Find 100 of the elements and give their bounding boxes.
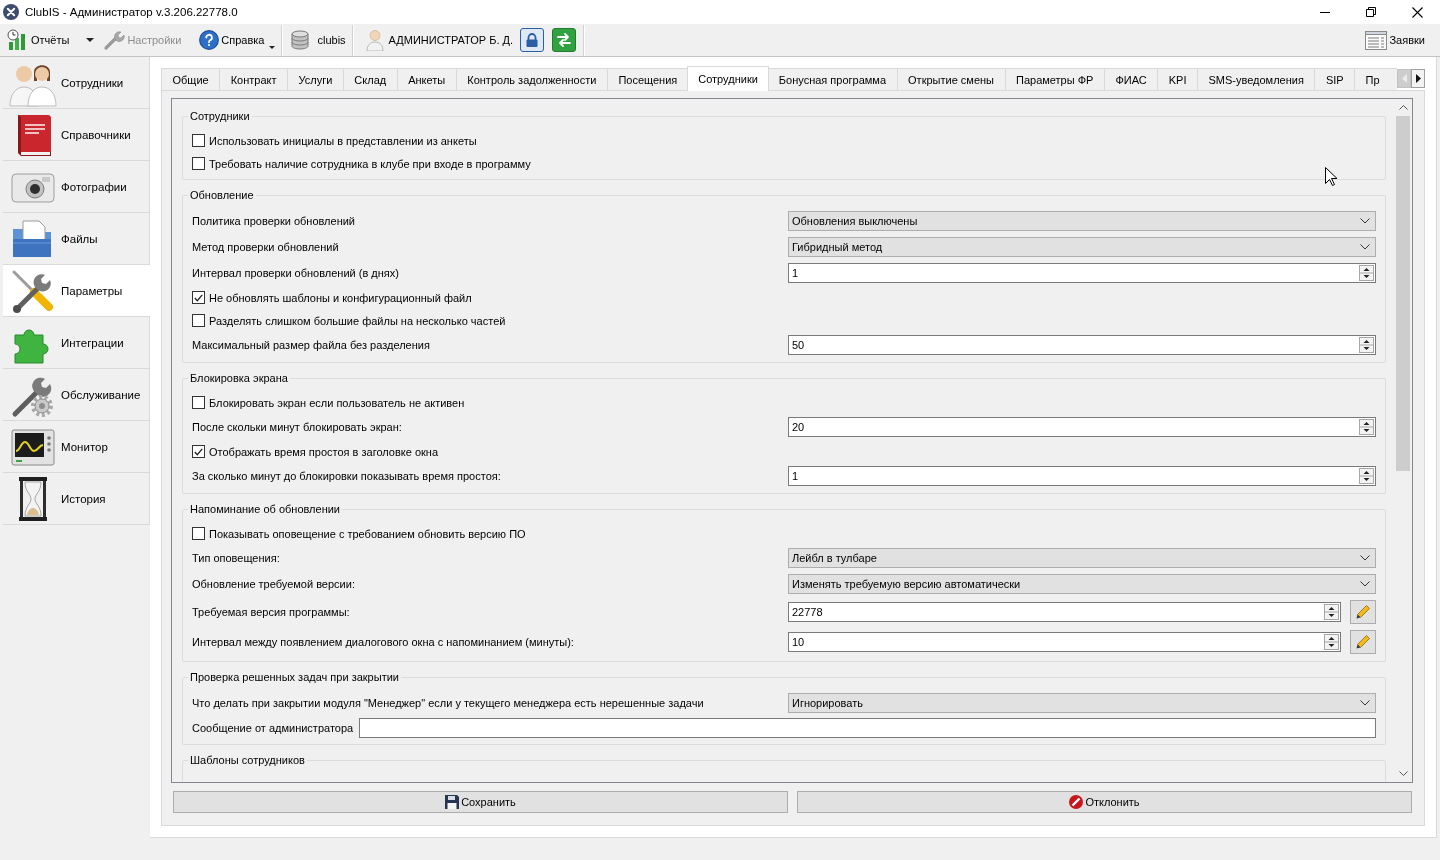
database-button[interactable]: clubis [286,26,349,54]
number-field[interactable]: 10 [788,632,1341,652]
dropdown[interactable]: Изменять требуемую версию автоматически [788,574,1376,594]
group-title: Сотрудники [189,110,251,123]
reports-button[interactable]: Отчёты [4,26,73,54]
tab[interactable]: KPI [1157,68,1198,91]
no-entry-icon [1069,795,1084,809]
checkmark-icon [194,293,203,302]
tab[interactable]: Услуги [287,68,344,91]
field-label: Обновление требуемой версии: [192,578,356,590]
dropdown[interactable]: Гибридный метод [788,237,1376,257]
sidebar-item[interactable]: Интеграции [3,317,150,369]
group-title: Блокировка экрана [189,372,289,385]
sidebar-item[interactable]: Монитор [3,421,150,473]
tab[interactable]: Склад [342,68,398,91]
checkbox[interactable] [192,314,205,327]
save-button[interactable]: Сохранить [173,791,788,813]
spin-arrows-icon[interactable] [1359,419,1374,435]
checkbox[interactable] [192,157,205,170]
chevron-up-icon [1399,105,1408,110]
chevron-down-icon [1399,771,1408,776]
checkbox-label: Показывать оповещение с требованием обновить версию ПО [209,527,526,540]
chevron-down-icon [1360,700,1370,706]
spin-arrows-icon[interactable] [1359,265,1374,281]
checkbox[interactable] [192,291,205,304]
scrollbar-thumb[interactable] [1396,116,1410,471]
padlock-icon [524,32,541,48]
field-label: После скольки минут блокировать экран: [192,421,403,433]
chevron-down-icon [1360,244,1370,250]
sidebar-item[interactable]: Справочники [3,109,150,161]
swap-button[interactable] [552,28,577,52]
sidebar-item[interactable]: Параметры [3,265,151,317]
checkbox[interactable] [192,396,205,409]
field-label: Тип оповещения: [192,552,281,564]
checkbox[interactable] [192,134,205,147]
group-title: Напоминание об обновлении [189,503,341,516]
app-logo-icon [3,4,19,20]
spin-arrows-icon[interactable] [1324,634,1339,650]
tab[interactable]: Пр [1354,68,1397,91]
tab[interactable]: ФИАС [1103,68,1159,91]
spin-arrows-icon[interactable] [1359,468,1374,484]
tab[interactable]: SMS-уведомления [1196,68,1316,91]
tab[interactable]: Общие [161,68,221,91]
caret-down-icon [86,38,95,42]
edit-button[interactable] [1350,600,1376,624]
number-field[interactable]: 50 [788,335,1376,355]
field-label: Политика проверки обновлений [192,215,357,227]
checkbox-label: Использовать инициалы в представлении из анкеты [209,134,477,147]
database-icon [289,29,312,51]
tab-scroll-forward-button[interactable] [1411,69,1425,88]
checkbox-label: Блокировать экран если пользователь не активен [209,396,465,409]
triangle-right-icon [1415,74,1421,83]
dropdown[interactable]: Лейбл в тулбаре [788,548,1376,568]
sidebar-item[interactable]: Обслуживание [3,369,150,421]
lock-button[interactable] [520,28,545,52]
edit-button[interactable] [1350,630,1376,654]
pencil-icon [1355,634,1371,650]
text-field[interactable] [359,718,1376,738]
number-field[interactable]: 1 [788,263,1376,283]
chevron-down-icon [1360,555,1370,561]
tab[interactable]: Посещения [606,68,689,91]
tab[interactable]: Сотрудники [686,66,770,91]
minimize-icon [1320,11,1330,13]
checkbox-label: Требовать наличие сотрудника в клубе при входе в программу [209,157,531,170]
tab[interactable]: Открытие смены [896,68,1006,91]
number-field[interactable]: 20 [788,417,1376,437]
help-button[interactable]: Справка [196,26,279,54]
dropdown[interactable]: Обновления выключены [788,211,1376,231]
caret-down-icon [269,46,276,49]
field-label: Сообщение от администратора [192,722,354,734]
tab[interactable]: Анкеты [396,68,457,91]
sidebar-item[interactable]: Фотографии [3,161,150,213]
field-label: Максимальный размер файла без разделения [192,339,431,351]
reject-button[interactable]: Отклонить [797,791,1412,813]
sidebar-item[interactable]: Файлы [3,213,150,265]
swap-arrows-icon [556,32,573,48]
tab[interactable]: Параметры ФР [1004,68,1105,91]
mouse-pointer-icon [1325,167,1337,186]
field-label: Требуемая версия программы: [192,606,351,618]
list-icon [1365,30,1388,50]
dropdown[interactable]: Игнорировать [788,693,1376,713]
help-icon [199,30,220,50]
checkbox-label: Отображать время простоя в заголовке окна [209,445,439,458]
group-title: Обновление [189,189,255,202]
requests-button[interactable]: Заявки [1362,26,1428,54]
spin-arrows-icon[interactable] [1324,604,1339,620]
tab[interactable]: Контроль задолженности [455,68,608,91]
number-field[interactable]: 1 [788,466,1376,486]
user-button[interactable]: АДМИНИСТРАТОР Б. Д. [362,26,517,54]
checkbox[interactable] [192,527,205,540]
number-field[interactable]: 22778 [788,602,1341,622]
sidebar-item[interactable]: Сотрудники [3,57,150,109]
sidebar-item[interactable]: История [3,473,150,525]
spin-arrows-icon[interactable] [1359,337,1374,353]
tab[interactable]: SIP [1314,68,1356,91]
tab[interactable]: Контракт [219,68,289,91]
tab[interactable]: Бонусная программа [767,68,898,91]
close-icon [1411,6,1423,18]
checkbox[interactable] [192,445,205,458]
checkmark-icon [194,447,203,456]
